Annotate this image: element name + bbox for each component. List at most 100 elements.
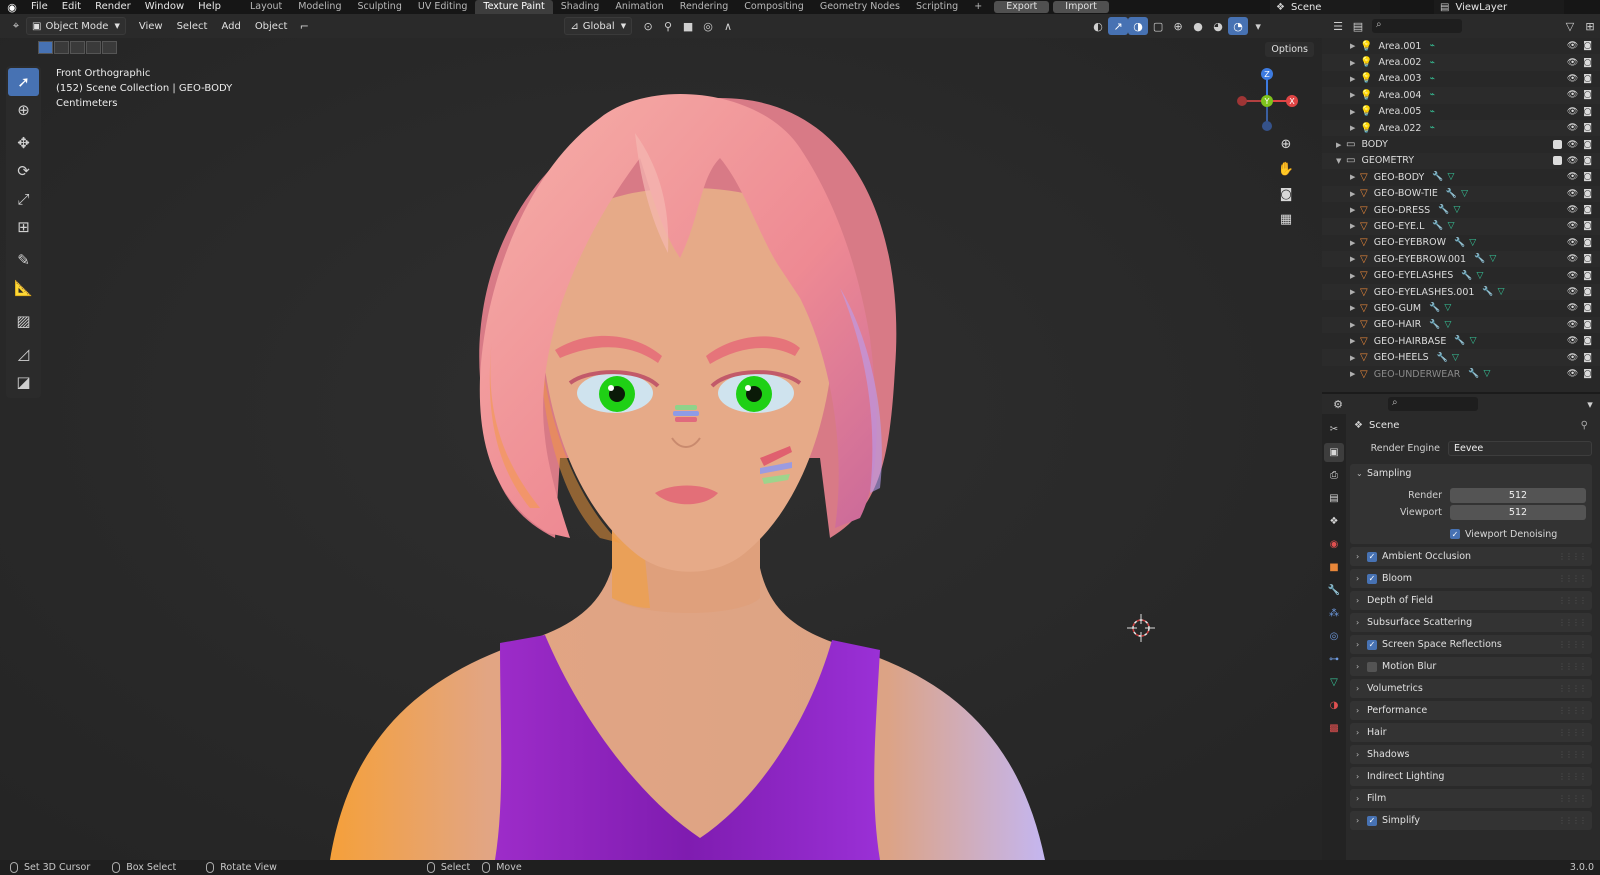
drag-grip-icon[interactable]: ⋮⋮⋮⋮ (1558, 706, 1587, 715)
viewport-samples-field[interactable]: 512 (1450, 504, 1586, 520)
camera-render-icon[interactable]: ◙ (1583, 369, 1592, 379)
chevron-right-icon[interactable]: ▶ (1350, 370, 1360, 378)
drag-grip-icon[interactable]: ⋮⋮⋮⋮ (1558, 794, 1587, 803)
tab-modeling[interactable]: Modeling (290, 0, 349, 14)
extra-tool-icon[interactable]: ◪ (8, 368, 39, 396)
rendered-shading-icon[interactable]: ◔ (1228, 17, 1249, 35)
navigation-gizmo[interactable]: Z X Y (1232, 66, 1302, 136)
physics-tab-icon[interactable]: ◎ (1324, 627, 1344, 646)
eye-icon[interactable]: 👁 (1567, 74, 1578, 84)
camera-render-icon[interactable]: ◙ (1583, 221, 1592, 231)
chevron-right-icon[interactable]: ▶ (1350, 321, 1360, 329)
eye-icon[interactable]: 👁 (1567, 140, 1578, 150)
chevron-down-icon[interactable]: ▼ (1336, 157, 1346, 165)
output-tab-icon[interactable]: ⎙ (1324, 466, 1344, 485)
gizmo-toggle-icon[interactable]: ↗ (1108, 17, 1129, 35)
orientation-dropdown[interactable]: ⊿ Global ▼ (564, 17, 633, 35)
chevron-right-icon[interactable]: ▶ (1350, 75, 1360, 83)
eye-icon[interactable]: 👁 (1567, 336, 1578, 346)
camera-render-icon[interactable]: ◙ (1583, 287, 1592, 297)
render-engine-select[interactable]: Eevee (1448, 440, 1592, 456)
scene-selector[interactable]: ❖ Scene (1270, 0, 1380, 14)
menu-file[interactable]: File (24, 0, 55, 14)
eye-icon[interactable]: 👁 (1567, 353, 1578, 363)
eye-icon[interactable]: 👁 (1567, 254, 1578, 264)
collection-checkbox[interactable] (1552, 155, 1562, 165)
panel-header[interactable]: › ✓ Screen Space Reflections ⋮⋮⋮⋮ (1350, 635, 1592, 654)
camera-render-icon[interactable]: ◙ (1583, 172, 1592, 182)
outliner-row[interactable]: ▶ ▽ GEO-EYEBROW.001 🔧 ▽ 👁 ◙ (1322, 251, 1600, 268)
panel-enable-checkbox[interactable] (1367, 661, 1377, 672)
outliner-row[interactable]: ▶ ▽ GEO-EYELASHES 🔧 ▽ 👁 ◙ (1322, 267, 1600, 283)
menu-select[interactable]: Select (177, 21, 208, 32)
menu-add[interactable]: Add (221, 21, 240, 32)
chevron-right-icon[interactable]: ▶ (1350, 124, 1360, 132)
eye-icon[interactable]: 👁 (1567, 221, 1578, 231)
chevron-right-icon[interactable]: ▶ (1350, 42, 1360, 50)
scale-tool-icon[interactable]: ⤢ (8, 185, 39, 213)
eye-icon[interactable]: 👁 (1567, 271, 1578, 281)
panel-header[interactable]: › Volumetrics ⋮⋮⋮⋮ (1350, 679, 1592, 698)
tab-uv-editing[interactable]: UV Editing (410, 0, 476, 14)
shading-options-icon[interactable]: ▾ (1248, 17, 1268, 35)
options-dropdown[interactable]: Options (1265, 42, 1314, 57)
eye-icon[interactable]: 👁 (1567, 107, 1578, 117)
camera-render-icon[interactable]: ◙ (1583, 107, 1592, 117)
menu-object[interactable]: Object (255, 21, 288, 32)
outliner-row[interactable]: ▶ ▽ GEO-DRESS 🔧 ▽ 👁 ◙ (1322, 202, 1600, 218)
tab-geometry-nodes[interactable]: Geometry Nodes (812, 0, 908, 14)
chevron-right-icon[interactable]: ▶ (1350, 91, 1360, 99)
camera-render-icon[interactable]: ◙ (1583, 41, 1592, 51)
eye-icon[interactable]: 👁 (1567, 320, 1578, 330)
filter-icon[interactable]: ▽ (1560, 17, 1580, 35)
tool-tab-icon[interactable]: ✂ (1324, 420, 1344, 439)
chevron-right-icon[interactable]: ▶ (1350, 272, 1360, 280)
chevron-right-icon[interactable]: ▶ (1350, 206, 1360, 214)
snap-target-icon[interactable]: ■ (678, 17, 698, 35)
chevron-right-icon[interactable]: ▶ (1350, 337, 1360, 345)
drag-grip-icon[interactable]: ⋮⋮⋮⋮ (1558, 750, 1587, 759)
eye-icon[interactable]: 👁 (1567, 287, 1578, 297)
render-tab-icon[interactable]: ▣ (1324, 443, 1344, 462)
camera-render-icon[interactable]: ◙ (1583, 123, 1592, 133)
drag-grip-icon[interactable]: ⋮⋮⋮⋮ (1558, 596, 1587, 605)
data-tab-icon[interactable]: ▽ (1324, 673, 1344, 692)
panel-header[interactable]: › Indirect Lighting ⋮⋮⋮⋮ (1350, 767, 1592, 786)
outliner-row[interactable]: ▶ ▽ GEO-HEELS 🔧 ▽ 👁 ◙ (1322, 349, 1600, 366)
camera-render-icon[interactable]: ◙ (1583, 254, 1592, 264)
camera-render-icon[interactable]: ◙ (1583, 238, 1592, 248)
import-button[interactable]: Import (1053, 1, 1109, 13)
drag-grip-icon[interactable]: ⋮⋮⋮⋮ (1558, 772, 1587, 781)
view-layer-selector[interactable]: ▤ ViewLayer (1434, 0, 1564, 14)
view-layer-tab-icon[interactable]: ▤ (1324, 489, 1344, 508)
move-tool-icon[interactable]: ✥ (8, 129, 39, 157)
eye-icon[interactable]: 👁 (1567, 369, 1578, 379)
tab-scripting[interactable]: Scripting (908, 0, 966, 14)
world-tab-icon[interactable]: ◉ (1324, 535, 1344, 554)
chevron-right-icon[interactable]: ▶ (1350, 354, 1360, 362)
rotate-tool-icon[interactable]: ⟳ (8, 157, 39, 185)
chevron-right-icon[interactable]: ▶ (1336, 141, 1346, 149)
sampling-header[interactable]: ⌄ Sampling (1350, 464, 1592, 483)
camera-render-icon[interactable]: ◙ (1583, 74, 1592, 84)
pan-hand-icon[interactable]: ✋ (1276, 159, 1296, 179)
menu-view[interactable]: View (139, 21, 163, 32)
material-shading-icon[interactable]: ◕ (1208, 17, 1228, 35)
select-subtract-icon[interactable] (70, 41, 85, 54)
panel-header[interactable]: › Subsurface Scattering ⋮⋮⋮⋮ (1350, 613, 1592, 632)
solid-shading-icon[interactable]: ● (1188, 17, 1208, 35)
xray-icon[interactable]: ▢ (1148, 17, 1168, 35)
panel-header[interactable]: › Film ⋮⋮⋮⋮ (1350, 789, 1592, 808)
display-mode-icon[interactable]: ▤ (1348, 17, 1368, 35)
outliner-row[interactable]: ▶ 💡 Area.005 ⌁ 👁 ◙ (1322, 104, 1600, 120)
camera-render-icon[interactable]: ◙ (1583, 320, 1592, 330)
visibility-icon[interactable]: ◐ (1088, 17, 1108, 35)
transform-tool-icon[interactable]: ⊞ (8, 213, 39, 241)
transform-options-icon[interactable]: ⌐ (294, 17, 314, 35)
camera-render-icon[interactable]: ◙ (1583, 156, 1592, 166)
drag-grip-icon[interactable]: ⋮⋮⋮⋮ (1558, 662, 1587, 671)
chevron-right-icon[interactable]: ▶ (1350, 304, 1360, 312)
chevron-right-icon[interactable]: ▶ (1350, 288, 1360, 296)
outliner-row[interactable]: ▶ ▽ GEO-HAIR 🔧 ▽ 👁 ◙ (1322, 316, 1600, 334)
zoom-icon[interactable]: ⊕ (1276, 134, 1296, 154)
